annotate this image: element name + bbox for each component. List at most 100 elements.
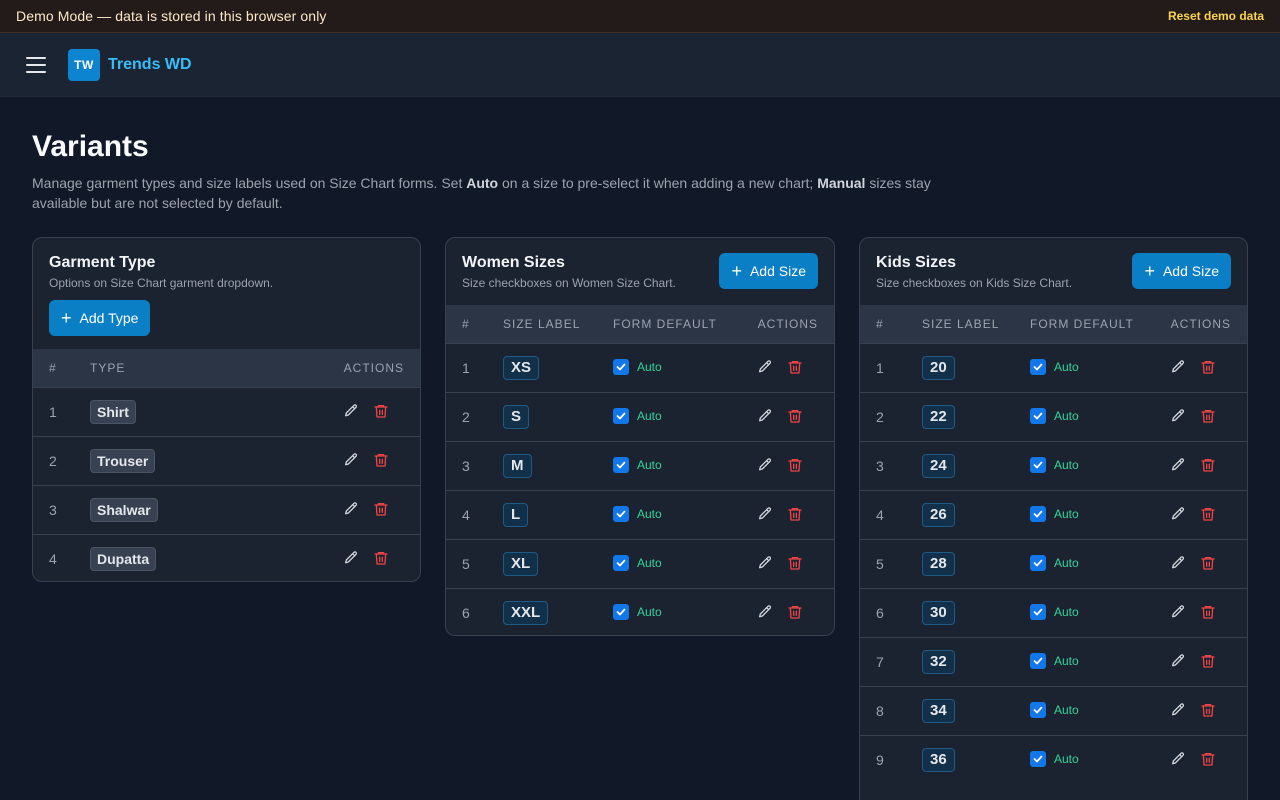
trash-icon[interactable] — [1199, 652, 1217, 670]
form-default-cell: Auto — [1030, 588, 1154, 637]
pencil-icon[interactable] — [342, 500, 360, 518]
brand-logo[interactable]: TW — [68, 48, 100, 81]
trash-icon[interactable] — [372, 451, 390, 469]
trash-icon[interactable] — [372, 500, 390, 518]
pencil-icon[interactable] — [342, 549, 360, 567]
trash-icon[interactable] — [1199, 701, 1217, 719]
size-label-cell: 24 — [922, 441, 1030, 490]
checkbox[interactable] — [1030, 604, 1046, 620]
checkbox[interactable] — [613, 555, 629, 571]
checkbox[interactable] — [613, 604, 629, 621]
auto-toggle[interactable]: Auto — [613, 555, 662, 571]
pencil-icon[interactable] — [756, 407, 774, 425]
auto-toggle[interactable]: Auto — [613, 604, 662, 621]
auto-label: Auto — [1054, 409, 1079, 423]
checkbox[interactable] — [1030, 359, 1046, 375]
add-size-button[interactable]: + Add Size — [719, 253, 818, 289]
form-default-cell: Auto — [1030, 637, 1154, 686]
add-type-button[interactable]: + Add Type — [49, 300, 151, 336]
pencil-icon[interactable] — [1169, 603, 1187, 621]
auto-toggle[interactable]: Auto — [1030, 408, 1079, 424]
pencil-icon[interactable] — [1169, 456, 1187, 474]
trash-icon[interactable] — [786, 603, 804, 621]
auto-toggle[interactable]: Auto — [1030, 555, 1079, 571]
pencil-icon[interactable] — [756, 358, 774, 376]
checkbox[interactable] — [1030, 555, 1046, 571]
pencil-icon[interactable] — [1169, 505, 1187, 523]
checkbox[interactable] — [613, 457, 629, 473]
pencil-icon[interactable] — [1169, 652, 1187, 670]
trash-icon[interactable] — [1199, 750, 1217, 768]
checkbox[interactable] — [1030, 506, 1046, 522]
trash-icon[interactable] — [786, 407, 804, 425]
pencil-icon[interactable] — [756, 505, 774, 523]
size-chip: XS — [503, 355, 540, 380]
auto-toggle[interactable]: Auto — [1030, 359, 1079, 375]
row-number: 3 — [49, 501, 57, 518]
checkbox[interactable] — [613, 506, 629, 522]
checkbox[interactable] — [1030, 751, 1046, 768]
pencil-icon[interactable] — [1169, 701, 1187, 719]
auto-toggle[interactable]: Auto — [1030, 702, 1079, 718]
size-chip: M — [503, 453, 532, 478]
auto-toggle[interactable]: Auto — [1030, 751, 1079, 768]
trash-icon[interactable] — [1199, 358, 1217, 376]
auto-toggle[interactable]: Auto — [613, 506, 662, 522]
add-size-button[interactable]: + Add Size — [1132, 253, 1231, 289]
top-navbar: TW Trends WD — [0, 33, 1280, 97]
trash-icon[interactable] — [786, 358, 804, 376]
pencil-icon[interactable] — [1169, 358, 1187, 376]
form-default-cell: Auto — [613, 392, 739, 441]
trash-icon[interactable] — [372, 549, 390, 567]
auto-toggle[interactable]: Auto — [613, 457, 662, 473]
pencil-icon[interactable] — [1169, 407, 1187, 425]
auto-toggle[interactable]: Auto — [613, 359, 662, 375]
row-actions — [756, 505, 804, 523]
row-actions — [1169, 603, 1217, 621]
trash-icon[interactable] — [1199, 456, 1217, 474]
row-actions — [756, 407, 804, 425]
type-cell: Trouser — [90, 436, 243, 485]
row-actions — [1169, 456, 1217, 474]
trash-icon[interactable] — [1199, 407, 1217, 425]
auto-toggle[interactable]: Auto — [613, 408, 662, 424]
pencil-icon[interactable] — [342, 451, 360, 469]
trash-icon[interactable] — [1199, 554, 1217, 572]
checkbox[interactable] — [1030, 457, 1046, 473]
brand-name[interactable]: Trends WD — [108, 56, 192, 74]
auto-toggle[interactable]: Auto — [1030, 457, 1079, 473]
col-header-form-default: FORM DEFAULT — [613, 316, 717, 331]
pencil-icon[interactable] — [1169, 750, 1187, 768]
garment-type-card: Garment Type Options on Size Chart garme… — [32, 237, 421, 582]
hamburger-menu-icon[interactable] — [26, 56, 46, 73]
trash-icon[interactable] — [786, 554, 804, 572]
demo-mode-banner: Demo Mode — data is stored in this brows… — [0, 0, 1280, 33]
auto-toggle[interactable]: Auto — [1030, 604, 1079, 620]
pencil-icon[interactable] — [342, 402, 360, 420]
pencil-icon[interactable] — [1169, 554, 1187, 572]
reset-demo-data-link[interactable]: Reset demo data — [1168, 9, 1264, 23]
trash-icon[interactable] — [372, 402, 390, 420]
trash-icon[interactable] — [1199, 505, 1217, 523]
checkbox[interactable] — [613, 408, 629, 424]
trash-icon[interactable] — [786, 505, 804, 523]
table-row: 6 30 Auto — [860, 588, 1247, 637]
checkbox[interactable] — [1030, 408, 1046, 424]
auto-toggle[interactable]: Auto — [1030, 653, 1079, 669]
checkbox[interactable] — [1030, 702, 1046, 718]
checkmark-icon — [616, 363, 626, 371]
row-number: 6 — [876, 604, 884, 621]
checkbox[interactable] — [1030, 653, 1046, 669]
trash-icon[interactable] — [1199, 603, 1217, 621]
pencil-icon[interactable] — [756, 456, 774, 474]
checkmark-icon — [1033, 559, 1043, 567]
pencil-icon[interactable] — [756, 603, 774, 621]
checkbox[interactable] — [613, 359, 629, 375]
actions-cell — [1154, 686, 1247, 735]
row-actions — [1169, 750, 1217, 768]
row-actions — [342, 451, 390, 469]
auto-toggle[interactable]: Auto — [1030, 506, 1079, 522]
pencil-icon[interactable] — [756, 554, 774, 572]
trash-icon[interactable] — [786, 456, 804, 474]
row-actions — [1169, 652, 1217, 670]
